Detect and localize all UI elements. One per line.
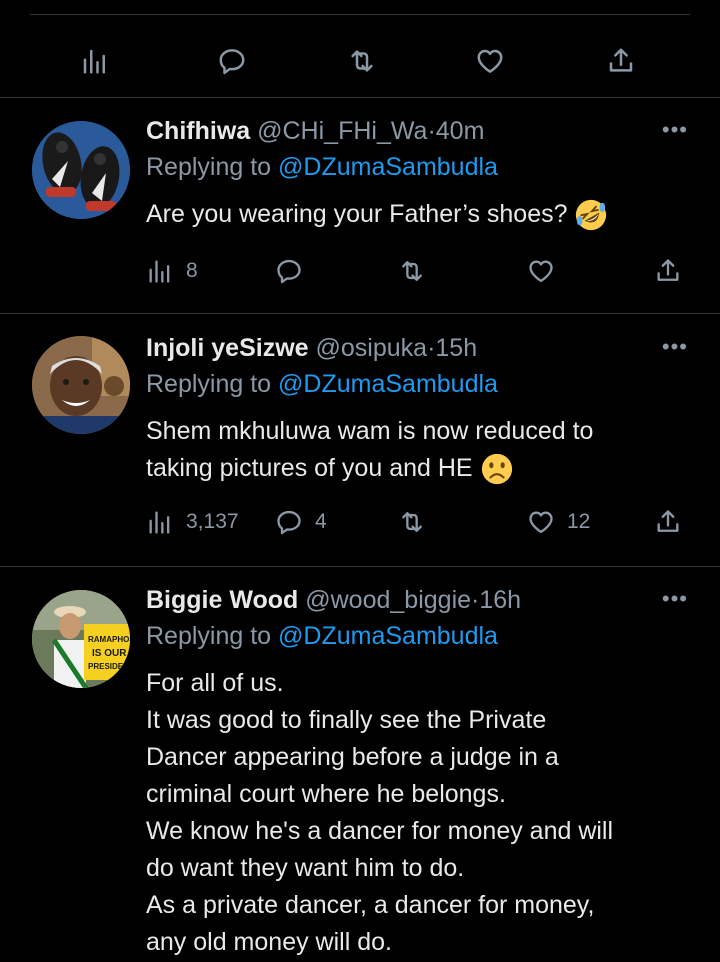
like-button[interactable]: 12 [527,502,590,542]
share-icon [657,510,679,532]
reply-icon [277,259,301,284]
more-options-icon[interactable]: ••• [662,117,688,143]
heart-icon [477,49,503,73]
more-options-icon[interactable]: ••• [662,334,688,360]
tweet-line: Are you wearing your Father’s shoes? [146,200,568,228]
reply-button[interactable] [275,251,303,291]
user-handle[interactable]: @wood_biggie [305,586,471,614]
retweet-icon [402,261,422,281]
tweet-text: For all of us. It was good to finally se… [146,665,696,961]
avatar-shoes-image [32,121,130,219]
sign-text-2: IS OUR [92,648,127,659]
tweet-line: taking pictures of you and HE [146,454,473,482]
replying-to: Replying to @DZumaSambudla [146,368,498,400]
tweet-line: For all of us. [146,669,284,697]
likes-count: 12 [567,510,591,533]
reply-tweet-3[interactable]: RAMAPHOS IS OUR PRESIDE Biggie Wood @woo… [0,584,720,962]
reply-button[interactable]: 4 [275,502,327,542]
retweet-button[interactable] [337,36,387,86]
heart-icon [529,511,553,534]
reply-icon [277,510,301,535]
views-count: 3,137 [186,510,239,533]
parent-action-bar [0,36,720,86]
views-button[interactable]: 8 [146,251,198,291]
replying-to: Replying to @DZumaSambudla [146,620,498,652]
tweet-header: Injoli yeSizwe @osipuka·15h [146,332,477,364]
tweet-line: As a private dancer, a dancer for money, [146,891,595,919]
display-name[interactable]: Chifhiwa [146,117,250,145]
tweet-text: Are you wearing your Father’s shoes? [146,196,696,233]
user-handle[interactable]: @osipuka [316,334,428,362]
share-icon [657,259,679,281]
rolling-laughing-emoji-icon [576,200,607,231]
share-button[interactable] [654,502,682,542]
replies-count: 4 [315,510,327,533]
divider [0,566,720,567]
tweet-header: Biggie Wood @wood_biggie·16h [146,584,521,616]
replying-prefix: Replying to [146,153,279,181]
user-handle[interactable]: @CHi_FHi_Wa [257,117,427,145]
tweet-line: Shem mkhuluwa wam is now reduced to [146,417,594,445]
tweet-text: Shem mkhuluwa wam is now reduced to taki… [146,413,696,487]
replying-prefix: Replying to [146,622,279,650]
tweet-line: criminal court where he belongs. [146,780,506,808]
avatar-rally-image: RAMAPHOS IS OUR PRESIDE [32,590,130,688]
more-options-icon[interactable]: ••• [662,586,688,612]
like-button[interactable] [527,251,555,291]
top-divider [30,14,690,15]
frowning-face-emoji-icon [481,454,512,485]
display-name[interactable]: Biggie Wood [146,586,298,614]
analytics-icon [149,511,170,534]
analytics-icon [149,260,170,283]
timestamp[interactable]: 15h [435,334,477,362]
divider [0,313,720,314]
tweet-header: Chifhiwa @CHi_FHi_Wa·40m [146,115,484,147]
tweet-line: any old money will do. [146,928,392,956]
replying-to: Replying to @DZumaSambudla [146,151,498,183]
retweet-button[interactable] [398,502,426,542]
replying-to-link[interactable]: @DZumaSambudla [278,370,498,398]
like-button[interactable] [465,36,515,86]
tweet-line: do want they want him to do. [146,854,465,882]
reply-button[interactable] [207,36,257,86]
replying-to-link[interactable]: @DZumaSambudla [278,622,498,650]
retweet-button[interactable] [398,251,426,291]
reply-tweet-1[interactable]: Chifhiwa @CHi_FHi_Wa·40m ••• Replying to… [0,115,720,305]
avatar[interactable] [32,336,130,434]
share-button[interactable] [654,251,682,291]
avatar[interactable]: RAMAPHOS IS OUR PRESIDE [32,590,130,688]
tweet-line: We know he's a dancer for money and will [146,817,614,845]
tweet-actions: 3,137 4 12 [0,502,720,542]
analytics-icon [83,49,105,74]
retweet-icon [402,512,422,532]
display-name[interactable]: Injoli yeSizwe [146,334,309,362]
share-icon [609,48,633,72]
tweet-actions: 8 [0,251,720,291]
tweet-line: Dancer appearing before a judge in a [146,743,559,771]
views-count: 8 [186,259,198,282]
tweet-line: It was good to finally see the Private [146,706,547,734]
replying-to-link[interactable]: @DZumaSambudla [278,153,498,181]
retweet-icon [351,50,373,72]
avatar-portrait-image [32,336,130,434]
views-button[interactable] [70,36,120,86]
timestamp[interactable]: 40m [436,117,485,145]
avatar[interactable] [32,121,130,219]
replying-prefix: Replying to [146,370,279,398]
divider [0,97,720,98]
share-button[interactable] [596,36,646,86]
dot-separator: · [427,117,436,145]
sign-text-3: PRESIDE [88,662,124,671]
heart-icon [529,260,553,283]
sign-text-1: RAMAPHOS [88,635,130,644]
reply-icon [219,49,245,75]
views-button[interactable]: 3,137 [146,502,239,542]
reply-tweet-2[interactable]: Injoli yeSizwe @osipuka·15h ••• Replying… [0,332,720,557]
timestamp[interactable]: 16h [479,586,521,614]
